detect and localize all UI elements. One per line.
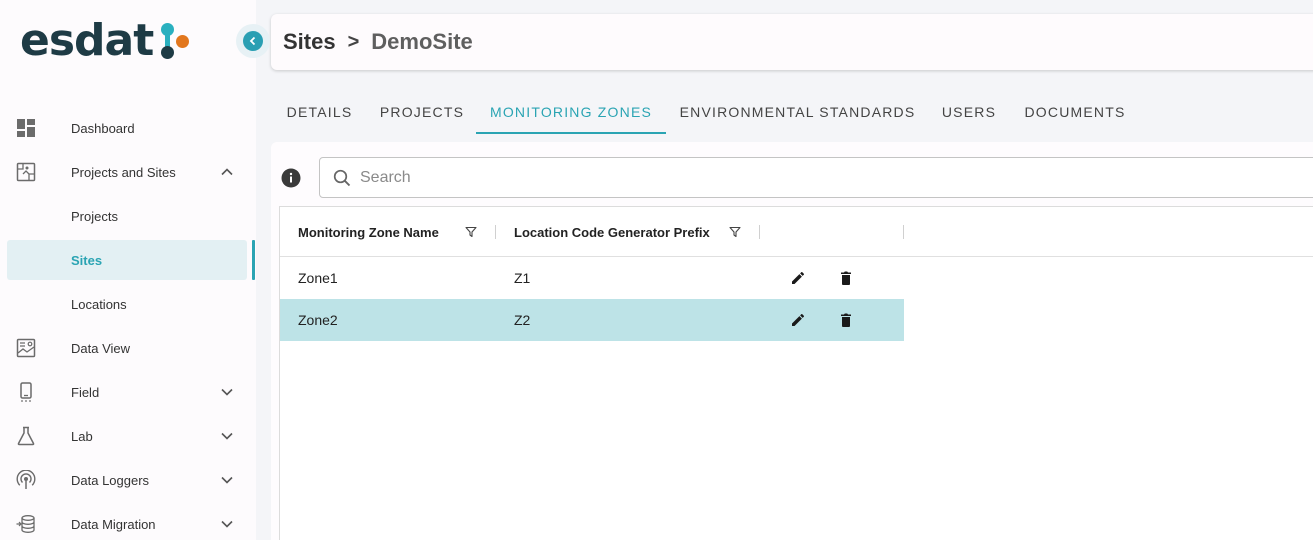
tab-monitoring-zones[interactable]: MONITORING ZONES [476, 90, 666, 134]
delete-icon[interactable] [838, 312, 854, 328]
tab-details[interactable]: DETAILS [271, 90, 368, 134]
sidebar-item-data-view[interactable]: Data View [7, 328, 247, 368]
info-icon[interactable] [281, 168, 301, 188]
column-divider[interactable] [903, 225, 904, 239]
column-divider[interactable] [759, 225, 760, 239]
map-icon [16, 162, 36, 182]
sidebar-item-label: Data View [71, 340, 131, 356]
cell-location-prefix: Z1 [514, 270, 531, 286]
sidebar-item-field[interactable]: Field [7, 372, 247, 412]
content-panel: Monitoring Zone Name Location Code Gener… [271, 142, 1313, 540]
flask-icon [16, 426, 36, 446]
sidebar-item-data-migration[interactable]: Data Migration [7, 504, 247, 540]
search-input[interactable] [360, 158, 1260, 197]
tab-bar: DETAILS PROJECTS MONITORING ZONES ENVIRO… [271, 90, 1141, 134]
sidebar-item-label: Dashboard [71, 120, 135, 136]
sidebar-item-label: Locations [71, 296, 127, 312]
tab-users[interactable]: USERS [929, 90, 1009, 134]
active-indicator [252, 240, 255, 280]
logo-text: esdat [20, 15, 154, 66]
column-header-location-prefix[interactable]: Location Code Generator Prefix [514, 207, 710, 257]
chevron-down-icon[interactable] [219, 384, 235, 400]
tab-documents[interactable]: DOCUMENTS [1009, 90, 1141, 134]
tab-projects[interactable]: PROJECTS [368, 90, 476, 134]
column-divider[interactable] [495, 225, 496, 239]
chevron-down-icon[interactable] [219, 428, 235, 444]
chevron-left-icon [249, 36, 256, 46]
sidebar: esdat Dashboard Projects and Sites Proje… [0, 0, 256, 540]
database-icon [16, 514, 36, 534]
table-row[interactable]: Zone1 Z1 [280, 257, 904, 299]
column-header-zone-name[interactable]: Monitoring Zone Name [298, 207, 439, 257]
sidebar-item-projects[interactable]: Projects [7, 196, 247, 236]
cell-location-prefix: Z2 [514, 312, 531, 328]
chevron-down-icon[interactable] [219, 472, 235, 488]
data-logger-icon [16, 469, 36, 490]
collapse-sidebar-button[interactable] [236, 24, 270, 58]
cell-zone-name: Zone2 [298, 312, 338, 328]
chevron-up-icon[interactable] [219, 164, 235, 180]
breadcrumb-separator: > [347, 30, 360, 53]
sidebar-item-label: Projects [71, 208, 118, 224]
chevron-down-icon[interactable] [219, 516, 235, 532]
sidebar-item-lab[interactable]: Lab [7, 416, 247, 456]
data-view-icon [16, 338, 36, 358]
sidebar-item-label: Field [71, 384, 100, 400]
sidebar-item-label: Sites [71, 252, 103, 268]
edit-icon[interactable] [790, 312, 806, 328]
edit-icon[interactable] [790, 270, 806, 286]
sidebar-item-label: Data Migration [71, 516, 156, 532]
page-header: Sites > DemoSite [271, 14, 1313, 70]
sidebar-item-sites[interactable]: Sites [7, 240, 247, 280]
sidebar-item-label: Projects and Sites [71, 164, 176, 180]
table-row[interactable]: Zone2 Z2 [280, 299, 904, 341]
tab-environmental-standards[interactable]: ENVIRONMENTAL STANDARDS [666, 90, 929, 134]
sidebar-item-label: Lab [71, 428, 93, 444]
sidebar-item-label: Data Loggers [71, 472, 150, 488]
cell-zone-name: Zone1 [298, 270, 338, 286]
search-field[interactable] [319, 157, 1313, 198]
monitoring-zones-grid: Monitoring Zone Name Location Code Gener… [279, 206, 1313, 540]
field-device-icon [16, 382, 36, 402]
dashboard-icon [16, 118, 36, 138]
grid-header: Monitoring Zone Name Location Code Gener… [280, 207, 1313, 257]
filter-icon[interactable] [729, 225, 741, 238]
logo-mark-icon [161, 21, 195, 61]
search-icon [333, 169, 351, 192]
filter-icon[interactable] [465, 225, 477, 238]
sidebar-item-data-loggers[interactable]: Data Loggers [7, 460, 247, 500]
breadcrumb-current: DemoSite [371, 29, 473, 54]
sidebar-item-dashboard[interactable]: Dashboard [7, 108, 247, 148]
breadcrumb-sites[interactable]: Sites [283, 29, 336, 55]
sidebar-item-projects-and-sites[interactable]: Projects and Sites [7, 152, 247, 192]
sidebar-item-locations[interactable]: Locations [7, 284, 247, 324]
esdat-logo[interactable]: esdat [20, 18, 195, 64]
delete-icon[interactable] [838, 270, 854, 286]
